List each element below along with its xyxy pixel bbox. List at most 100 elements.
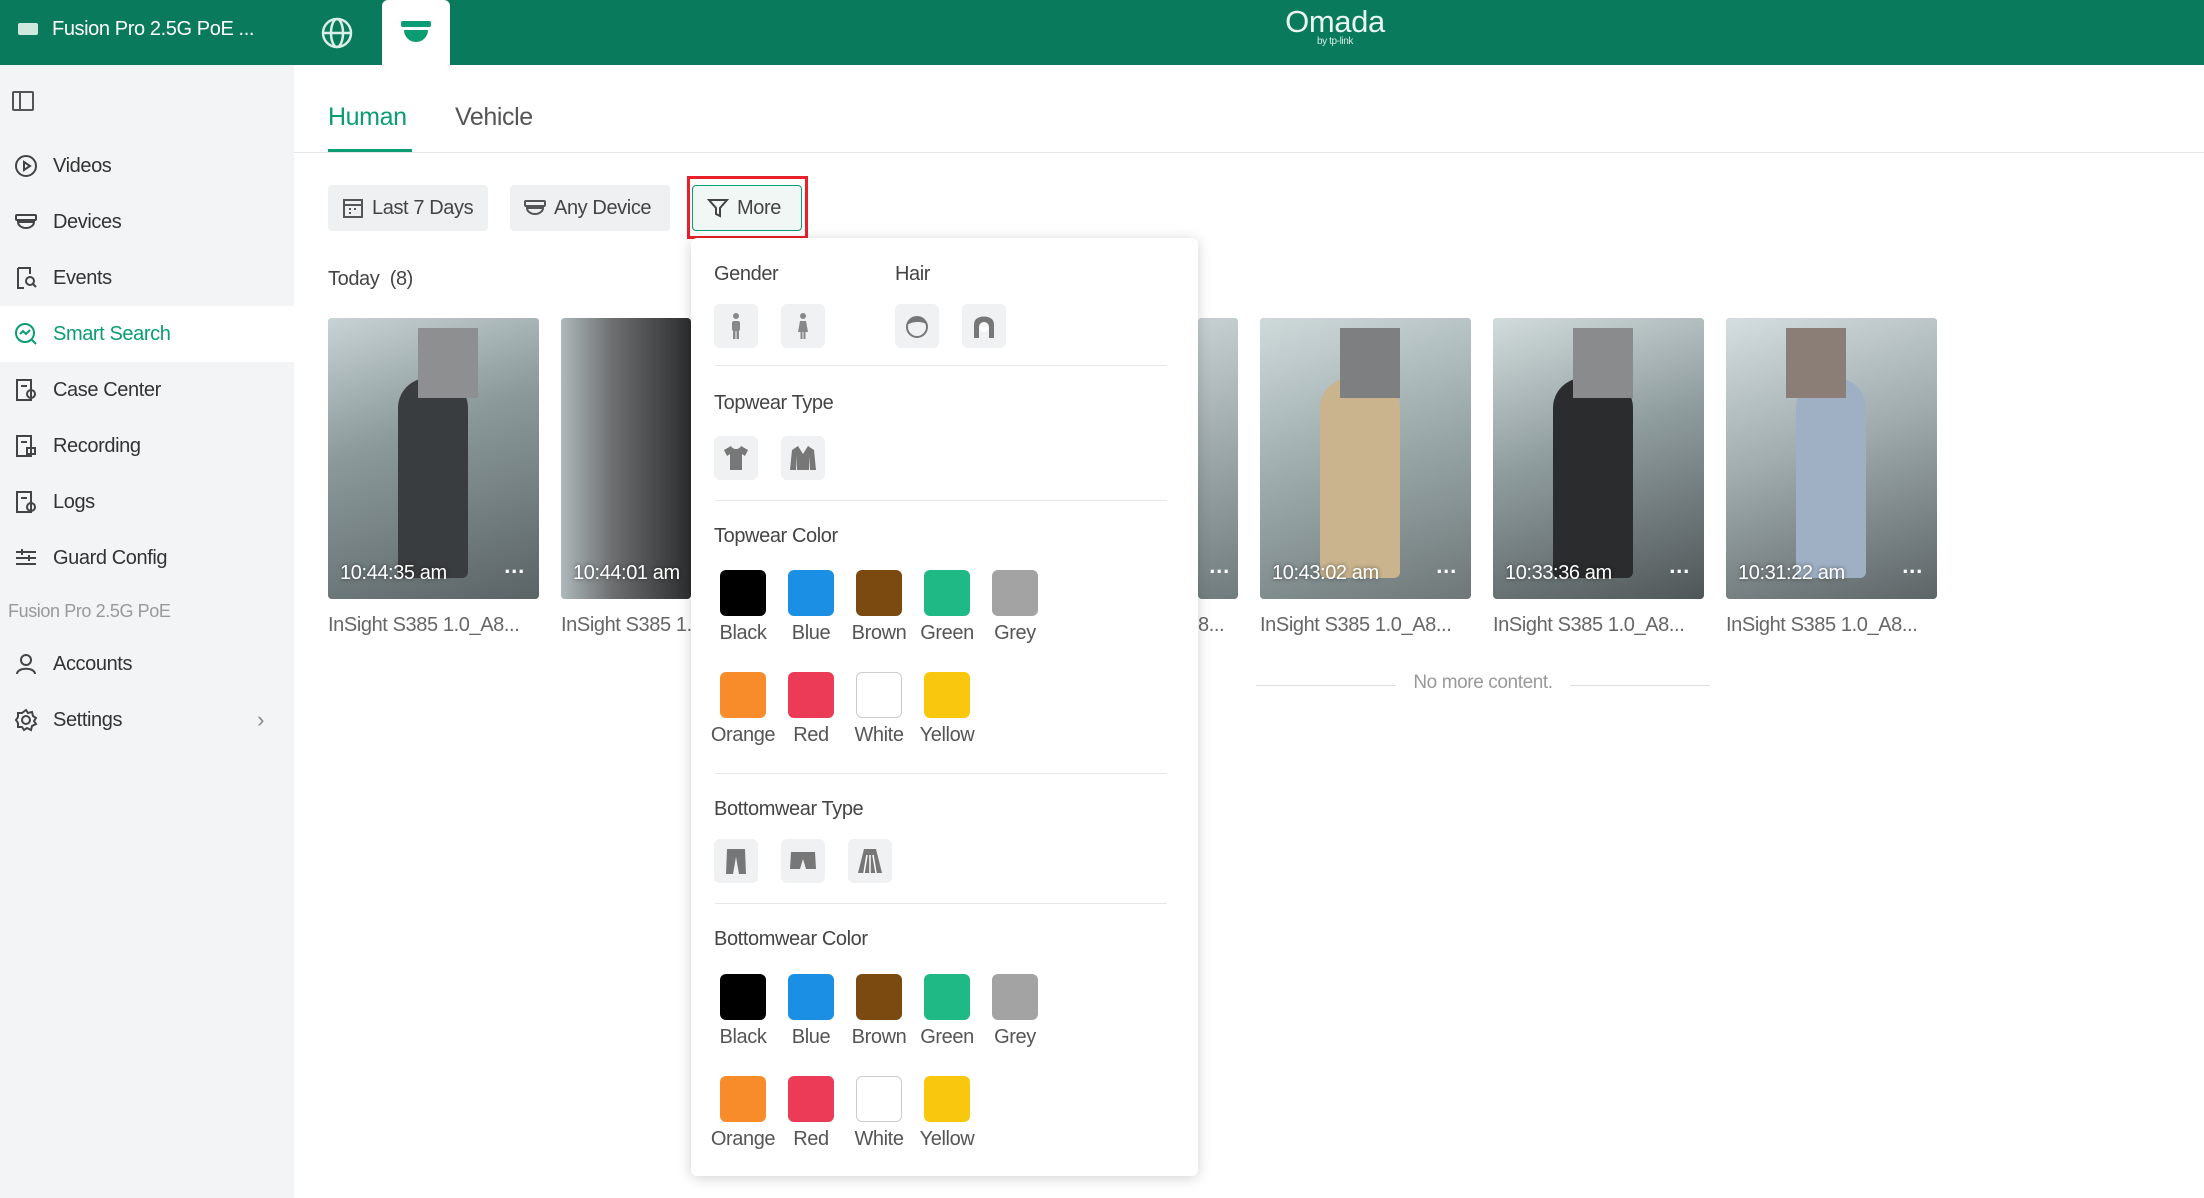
topwear-color-red-swatch[interactable] bbox=[788, 672, 834, 718]
sidebar-item-label: Accounts bbox=[53, 652, 133, 675]
globe-icon[interactable] bbox=[320, 16, 354, 50]
result-thumbnail[interactable]: 10:43:02 am ··· bbox=[1260, 318, 1471, 599]
topwear-color-green-swatch[interactable] bbox=[924, 570, 970, 616]
more-options-icon[interactable]: ··· bbox=[1902, 559, 1923, 585]
hair-label: Hair bbox=[895, 263, 931, 285]
sidebar-item-smart-search[interactable]: Smart Search bbox=[0, 306, 294, 362]
tab-bar: Human Vehicle bbox=[294, 65, 2204, 153]
bottomwear-color-blue-swatch[interactable] bbox=[788, 974, 834, 1020]
sidebar-item-label: Recording bbox=[53, 434, 141, 457]
divider bbox=[715, 365, 1167, 366]
logo-text: Omada bbox=[1285, 4, 1385, 39]
female-option[interactable] bbox=[781, 304, 825, 348]
face-blur bbox=[1786, 328, 1846, 398]
sidebar-item-label: Logs bbox=[53, 490, 95, 513]
bottomwear-color-yellow-swatch[interactable] bbox=[924, 1076, 970, 1122]
result-thumbnail[interactable]: 10:31:22 am ··· bbox=[1726, 318, 1937, 599]
bottomwear-color-green-swatch[interactable] bbox=[924, 974, 970, 1020]
sidebar-item-accounts[interactable]: Accounts bbox=[0, 636, 294, 692]
sidebar-toggle-icon[interactable] bbox=[12, 91, 34, 111]
sidebar-item-label: Events bbox=[53, 266, 112, 289]
topwear-color-label: Grey bbox=[994, 622, 1036, 644]
long-hair-option[interactable] bbox=[962, 304, 1006, 348]
short-hair-option[interactable] bbox=[895, 304, 939, 348]
thumbnail-caption: InSight S385 1.0_A8... bbox=[1493, 614, 1685, 636]
tab-vehicle[interactable]: Vehicle bbox=[455, 103, 533, 132]
bottomwear-color-white-swatch[interactable] bbox=[856, 1076, 902, 1122]
results-heading: Today (8) bbox=[328, 268, 413, 291]
more-options-icon[interactable]: ··· bbox=[1209, 559, 1230, 585]
gear-icon bbox=[13, 707, 39, 733]
thumbnail-time: 10:44:01 am bbox=[573, 562, 680, 584]
result-thumbnail[interactable]: 10:33:36 am ··· bbox=[1493, 318, 1704, 599]
trousers-option[interactable] bbox=[714, 839, 758, 883]
divider bbox=[715, 500, 1167, 501]
bottomwear-color-red-swatch[interactable] bbox=[788, 1076, 834, 1122]
thumbnail-caption: InSight S385 1.0_A8... bbox=[1260, 614, 1452, 636]
sidebar-item-videos[interactable]: Videos bbox=[0, 138, 294, 194]
calendar-icon bbox=[343, 199, 363, 218]
male-icon bbox=[732, 313, 740, 339]
more-filters-panel: Gender Hair Topwear Type Topwear Color B… bbox=[691, 238, 1198, 1176]
topwear-color-white-swatch[interactable] bbox=[856, 672, 902, 718]
skirt-icon bbox=[858, 849, 882, 874]
sidebar-item-label: Settings bbox=[53, 708, 123, 731]
sidebar-item-guard-config[interactable]: Guard Config bbox=[0, 530, 294, 586]
bottomwear-color-black-swatch[interactable] bbox=[720, 974, 766, 1020]
sidebar-section-label: Fusion Pro 2.5G PoE bbox=[8, 601, 171, 621]
surveillance-tab[interactable] bbox=[382, 0, 450, 65]
no-more-content: No more content. bbox=[1256, 672, 1710, 694]
sidebar-item-case-center[interactable]: Case Center bbox=[0, 362, 294, 418]
device-selector[interactable]: Fusion Pro 2.5G PoE ... bbox=[18, 14, 254, 44]
device-filter[interactable]: Any Device bbox=[510, 185, 670, 231]
result-thumbnail[interactable]: 10:44:35 am ··· bbox=[328, 318, 539, 599]
sidebar-item-logs[interactable]: Logs bbox=[0, 474, 294, 530]
topwear-color-orange-swatch[interactable] bbox=[720, 672, 766, 718]
bottomwear-color-label: Grey bbox=[994, 1026, 1036, 1048]
thumbnail-image bbox=[561, 318, 691, 599]
play-circle-icon bbox=[13, 153, 39, 179]
shorts-icon bbox=[790, 852, 816, 869]
date-range-filter[interactable]: Last 7 Days bbox=[328, 185, 488, 231]
thumbnail-time: 10:31:22 am bbox=[1738, 562, 1845, 584]
event-search-icon bbox=[13, 265, 39, 291]
bottomwear-color-orange-swatch[interactable] bbox=[720, 1076, 766, 1122]
sidebar-item-settings[interactable]: Settings › bbox=[0, 692, 294, 748]
result-thumbnail[interactable]: 10:44:01 am bbox=[561, 318, 691, 599]
topwear-color-blue-swatch[interactable] bbox=[788, 570, 834, 616]
more-options-icon[interactable]: ··· bbox=[504, 559, 525, 585]
sidebar-item-recording[interactable]: Recording bbox=[0, 418, 294, 474]
topwear-color-brown-swatch[interactable] bbox=[856, 570, 902, 616]
topwear-color-yellow-swatch[interactable] bbox=[924, 672, 970, 718]
thumbnail-time: 10:33:36 am bbox=[1505, 562, 1612, 584]
shorts-option[interactable] bbox=[781, 839, 825, 883]
topwear-color-grey-swatch[interactable] bbox=[992, 570, 1038, 616]
face-blur bbox=[1573, 328, 1633, 398]
topwear-color-label: Topwear Color bbox=[714, 525, 838, 547]
device-filter-label: Any Device bbox=[554, 196, 652, 219]
sidebar-item-events[interactable]: Events bbox=[0, 250, 294, 306]
male-option[interactable] bbox=[714, 304, 758, 348]
skirt-option[interactable] bbox=[848, 839, 892, 883]
face-blur bbox=[418, 328, 478, 398]
sidebar-item-label: Guard Config bbox=[53, 546, 168, 569]
short-sleeve-option[interactable] bbox=[714, 436, 758, 480]
camera-dome-icon bbox=[13, 209, 39, 235]
camera-dome-icon bbox=[524, 200, 546, 215]
bottomwear-color-grey-swatch[interactable] bbox=[992, 974, 1038, 1020]
tab-human[interactable]: Human bbox=[328, 103, 407, 132]
more-options-icon[interactable]: ··· bbox=[1669, 559, 1690, 585]
bottomwear-color-brown-swatch[interactable] bbox=[856, 974, 902, 1020]
long-sleeve-option[interactable] bbox=[781, 436, 825, 480]
tshirt-icon bbox=[724, 446, 748, 470]
results-day: Today bbox=[328, 268, 380, 290]
short-hair-icon bbox=[906, 316, 928, 338]
bottomwear-color-label: Yellow bbox=[919, 1128, 975, 1150]
omada-logo: Omada by tp-link bbox=[1270, 4, 1400, 47]
sidebar-item-devices[interactable]: Devices bbox=[0, 194, 294, 250]
more-options-icon[interactable]: ··· bbox=[1436, 559, 1457, 585]
result-thumbnail[interactable]: ··· bbox=[1198, 318, 1238, 599]
results-count: (8) bbox=[389, 268, 414, 290]
female-icon bbox=[798, 313, 808, 339]
topwear-color-black-swatch[interactable] bbox=[720, 570, 766, 616]
